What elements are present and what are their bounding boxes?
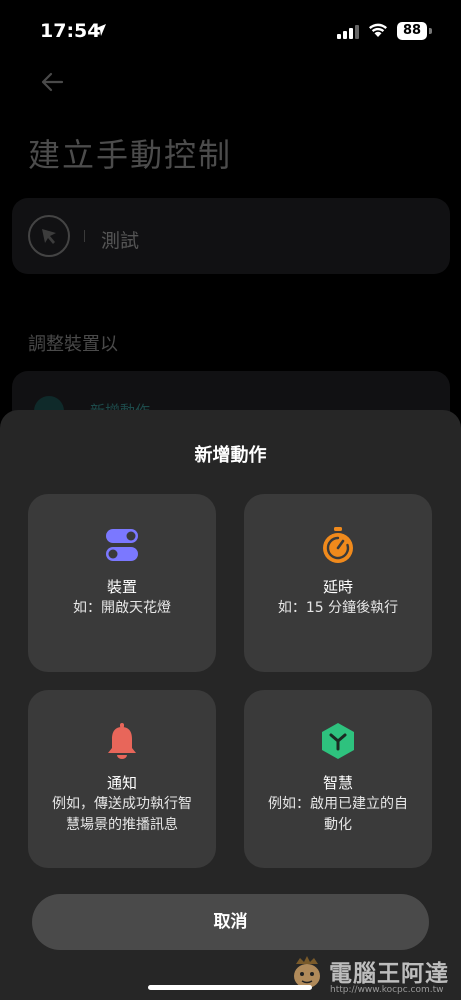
back-arrow-icon[interactable]	[38, 68, 66, 96]
cancel-button[interactable]: 取消	[32, 894, 429, 950]
option-smart-desc: 例如：啟用已建立的自動化	[268, 796, 408, 833]
device-name: 測試	[101, 230, 140, 252]
battery-tip	[429, 28, 432, 34]
option-device[interactable]: 裝置 如：開啟天花燈	[28, 494, 216, 672]
status-time: 17:54	[40, 20, 101, 42]
cellular-signal-icon	[337, 25, 359, 39]
battery-indicator: 88	[397, 22, 427, 40]
home-indicator[interactable]	[148, 985, 312, 990]
option-notification-title: 通知	[106, 774, 137, 792]
page-title: 建立手動控制	[28, 136, 233, 174]
hexagon-branch-icon	[322, 723, 354, 759]
option-notification[interactable]: 通知 例如，傳送成功執行智慧場景的推播訊息	[28, 690, 216, 868]
option-delay-title: 延時	[322, 578, 353, 596]
option-smart[interactable]: 智慧 例如：啟用已建立的自動化	[244, 690, 432, 868]
option-delay-desc: 如：15 分鐘後執行	[277, 600, 399, 616]
option-smart-title: 智慧	[322, 774, 353, 792]
watermark-url: http://www.kocpc.com.tw	[330, 985, 444, 995]
watermark-text: 電腦王阿達	[329, 961, 449, 987]
option-notification-desc: 例如，傳送成功執行智慧場景的推播訊息	[52, 796, 192, 833]
divider	[84, 230, 85, 242]
cursor-icon	[28, 215, 70, 257]
bell-icon	[108, 723, 136, 759]
sheet-title: 新增動作	[194, 445, 267, 466]
wifi-icon	[369, 23, 387, 37]
section-label: 調整裝置以	[28, 334, 118, 355]
option-delay[interactable]: 延時 如：15 分鐘後執行	[244, 494, 432, 672]
stopwatch-icon	[323, 527, 353, 563]
toggle-switches-icon	[106, 529, 138, 561]
location-arrow-icon	[94, 24, 106, 36]
option-device-title: 裝置	[106, 578, 137, 596]
option-device-desc: 如：開啟天花燈	[73, 600, 171, 616]
status-bar: 17:54 88	[0, 0, 461, 60]
device-card[interactable]	[12, 198, 450, 274]
